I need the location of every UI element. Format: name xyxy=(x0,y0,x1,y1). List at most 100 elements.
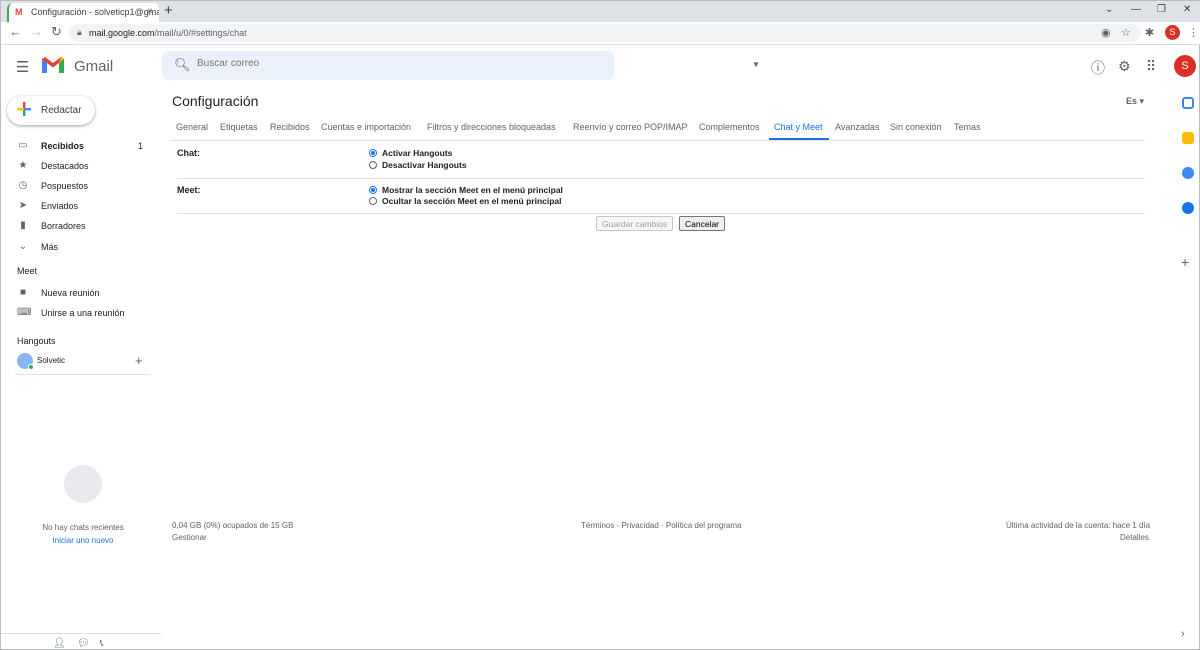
back-arrow-icon[interactable]: ← xyxy=(9,24,22,39)
send-icon: ➤ xyxy=(18,200,28,211)
help-icon[interactable]: ⓘ xyxy=(1091,58,1105,78)
person-icon[interactable]: 👤︎ xyxy=(53,638,66,649)
contacts-icon[interactable] xyxy=(1182,202,1194,214)
calendar-icon[interactable] xyxy=(1182,97,1194,109)
radio-disable-hangouts[interactable]: Desactivar Hangouts xyxy=(369,160,467,170)
hangouts-chat-icon[interactable]: 💬︎ xyxy=(77,638,90,649)
radio-selected-icon[interactable] xyxy=(369,186,377,194)
tab-addons[interactable]: Complementos xyxy=(699,122,760,132)
sidebar-item-label: Enviados xyxy=(41,201,79,211)
sidebar-item-label: Más xyxy=(41,242,59,252)
radio-unselected-icon[interactable] xyxy=(369,197,377,205)
sidebar-item-more[interactable]: ⌄ Más xyxy=(1,239,161,257)
sidebar-item-starred[interactable]: ★ Destacados xyxy=(1,158,161,176)
tab-search-icon[interactable]: ⌄ xyxy=(1105,4,1113,15)
search-bar: 🔍︎ ▼ xyxy=(162,51,760,80)
radio-hide-meet[interactable]: Ocultar la sección Meet en el menú princ… xyxy=(369,196,562,206)
close-window-button[interactable]: ✕ xyxy=(1183,4,1191,15)
tab-close-icon[interactable]: × xyxy=(147,6,153,17)
settings-gear-icon[interactable]: ⚙ xyxy=(1118,58,1131,75)
minimize-button[interactable]: — xyxy=(1131,4,1141,15)
eye-icon[interactable]: ◉ xyxy=(1101,26,1111,39)
sidebar-item-label: Nueva reunión xyxy=(41,288,100,298)
compose-button[interactable]: Redactar xyxy=(7,96,95,125)
tab-labels[interactable]: Etiquetas xyxy=(220,122,258,132)
inbox-count: 1 xyxy=(137,141,143,151)
radio-unselected-icon[interactable] xyxy=(369,161,377,169)
maximize-button[interactable]: ❐ xyxy=(1157,4,1166,15)
url-path: /mail/u/0/#settings/chat xyxy=(154,28,247,38)
sidebar-item-sent[interactable]: ➤ Enviados xyxy=(1,198,161,216)
star-icon: ★ xyxy=(18,160,28,171)
storage-usage: 0,04 GB (0%) ocupados de 15 GB xyxy=(172,521,294,530)
video-icon: ■ xyxy=(19,287,27,298)
gmail-logo-icon[interactable] xyxy=(41,56,65,74)
lock-icon: 🔒︎ xyxy=(77,27,82,37)
add-chat-icon[interactable]: + xyxy=(135,353,143,368)
meet-setting-label: Meet: xyxy=(177,185,201,195)
main-menu-icon[interactable]: ☰ xyxy=(16,58,29,76)
language-selector[interactable]: Es ▾ xyxy=(1126,96,1144,107)
tab-accounts[interactable]: Cuentas e importación xyxy=(321,122,411,132)
compose-plus-icon xyxy=(17,102,31,116)
cancel-button[interactable]: Cancelar xyxy=(679,216,726,231)
search-icon[interactable]: 🔍︎ xyxy=(174,57,191,73)
no-chats-text: No hay chats recientes xyxy=(42,523,124,532)
tab-advanced[interactable]: Avanzadas xyxy=(835,122,879,132)
sidebar-item-drafts[interactable]: ▮ Borradores xyxy=(1,218,161,236)
side-panel-toggle-icon[interactable]: › xyxy=(1181,628,1185,640)
tab-general[interactable]: General xyxy=(176,122,208,132)
search-input[interactable] xyxy=(197,58,577,69)
clock-icon: ◷ xyxy=(18,180,28,191)
browser-tab-strip: M Configuración - solveticp1@gmai × + ⌄ … xyxy=(1,1,1200,22)
keep-icon[interactable] xyxy=(1182,132,1194,144)
keyboard-icon: ⌨ xyxy=(17,307,32,318)
chat-bottom-bar: 👤︎ 💬︎ 📞︎ xyxy=(1,633,161,650)
account-avatar[interactable]: S xyxy=(1174,55,1196,77)
sidebar-item-label: Unirse a una reunión xyxy=(41,308,125,318)
browser-tab[interactable]: M Configuración - solveticp1@gmai × xyxy=(7,3,159,22)
meet-section-title: Meet xyxy=(17,266,38,276)
address-bar[interactable]: 🔒︎ mail.google.com/mail/u/0/#settings/ch… xyxy=(69,24,1141,42)
radio-show-meet[interactable]: Mostrar la sección Meet en el menú princ… xyxy=(369,185,563,195)
tab-forwarding[interactable]: Reenvío y correo POP/IMAP xyxy=(573,122,688,132)
sidebar-item-inbox[interactable]: ▭ Recibidos 1 xyxy=(1,138,161,156)
radio-selected-icon[interactable] xyxy=(369,149,377,157)
search-options-dropdown-icon[interactable]: ▼ xyxy=(752,60,760,69)
tab-filters[interactable]: Filtros y direcciones bloqueadas xyxy=(427,122,556,132)
apps-grid-icon[interactable]: ⠿ xyxy=(1146,58,1156,75)
tab-inbox[interactable]: Recibidos xyxy=(270,122,310,132)
radio-enable-hangouts[interactable]: Activar Hangouts xyxy=(369,148,452,158)
tab-themes[interactable]: Temas xyxy=(954,122,981,132)
hangouts-user[interactable]: Solvetic + xyxy=(15,353,150,375)
browser-toolbar: ← → ↻ 🔒︎ mail.google.com/mail/u/0/#setti… xyxy=(1,22,1200,45)
gmail-favicon-icon: M xyxy=(15,7,23,17)
option-label: Desactivar Hangouts xyxy=(382,160,467,170)
chevron-down-icon: ⌄ xyxy=(18,241,28,252)
tasks-icon[interactable] xyxy=(1182,167,1194,179)
policies-links[interactable]: Términos · Privacidad · Política del pro… xyxy=(581,521,742,530)
browser-menu-icon[interactable]: ⋮ xyxy=(1188,26,1199,39)
chat-bubble-icon xyxy=(64,465,102,503)
extensions-icon[interactable]: ✱ xyxy=(1145,26,1154,39)
reload-icon[interactable]: ↻ xyxy=(51,24,62,40)
add-addon-icon[interactable]: + xyxy=(1181,254,1189,270)
bookmark-star-icon[interactable]: ☆ xyxy=(1121,26,1131,39)
option-label: Activar Hangouts xyxy=(382,148,453,158)
sidebar-item-snoozed[interactable]: ◷ Pospuestos xyxy=(1,178,161,196)
save-changes-button[interactable]: Guardar cambios xyxy=(596,216,674,231)
manage-storage-link[interactable]: Gestionar xyxy=(172,533,207,542)
active-tab-indicator xyxy=(769,138,829,140)
phone-icon[interactable]: 📞︎ xyxy=(100,638,104,649)
tab-chat-meet[interactable]: Chat y Meet xyxy=(774,122,823,132)
forward-arrow-icon[interactable]: → xyxy=(30,24,43,39)
activity-details-link[interactable]: Detalles xyxy=(1120,533,1149,542)
sidebar-item-join-meeting[interactable]: ⌨ Unirse a una reunión xyxy=(1,305,161,323)
row-divider xyxy=(177,213,1145,214)
start-new-chat-link[interactable]: Iniciar uno nuevo xyxy=(1,536,165,545)
sidebar-item-label: Borradores xyxy=(41,221,86,231)
new-tab-button[interactable]: + xyxy=(164,2,173,19)
tab-offline[interactable]: Sin conexión xyxy=(890,122,942,132)
sidebar-item-new-meeting[interactable]: ■ Nueva reunión xyxy=(1,285,161,303)
browser-profile-avatar[interactable]: S xyxy=(1165,25,1180,40)
